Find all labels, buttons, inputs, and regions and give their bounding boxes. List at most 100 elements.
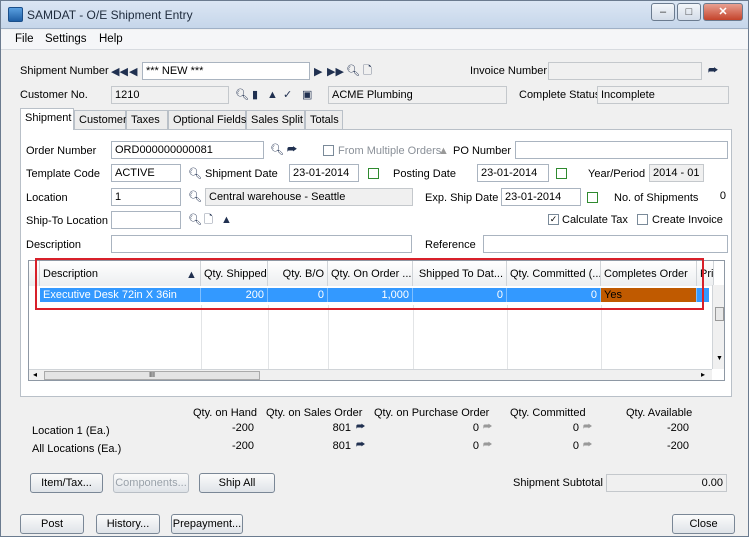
calendar-icon[interactable] (556, 168, 567, 179)
order-number-field[interactable]: ORD000000000081 (111, 141, 264, 159)
first-record-icon[interactable]: ◀◀ (111, 66, 128, 78)
vertical-scrollbar[interactable]: ▼ (712, 285, 724, 369)
history-button[interactable]: History... (96, 514, 160, 534)
col-completes-order[interactable]: Completes Order (601, 261, 697, 286)
cell-qty-on-order[interactable]: 1,000 (328, 288, 413, 302)
location-search-icon[interactable]: 🔍︎ (188, 191, 202, 203)
customer-doc-icon[interactable]: ▮ (252, 89, 258, 101)
ship-all-button[interactable]: Ship All (199, 473, 275, 493)
item-tax-button[interactable]: Item/Tax... (30, 473, 103, 493)
ship-to-location-field[interactable] (111, 211, 181, 229)
ship-to-search-icon[interactable]: 🔍︎ (188, 214, 202, 226)
col-price[interactable]: Pri (697, 261, 714, 286)
from-multiple-orders-checkbox[interactable] (323, 145, 334, 156)
close-button[interactable]: Close (672, 514, 735, 534)
sort-up-icon[interactable]: ▲ (186, 269, 197, 281)
next-record-icon[interactable]: ▶ (314, 66, 322, 78)
location-description-field: Central warehouse - Seattle (205, 188, 413, 206)
window-title: SAMDAT - O/E Shipment Entry (27, 8, 193, 22)
drilldown-icon[interactable]: ⮫ (583, 422, 592, 433)
post-button[interactable]: Post (20, 514, 84, 534)
description-field[interactable] (111, 235, 412, 253)
menu-help[interactable]: Help (99, 33, 123, 45)
close-window-button[interactable]: ✕ (703, 3, 743, 21)
scroll-down-icon[interactable]: ▼ (716, 355, 723, 362)
horizontal-scrollbar[interactable]: ◂ III ▸ (29, 369, 712, 380)
create-invoice-checkbox[interactable] (637, 214, 648, 225)
scroll-right-icon[interactable]: ▸ (701, 370, 705, 379)
sort-up-icon[interactable]: ▲ (221, 214, 232, 226)
cell-shipped-to-date[interactable]: 0 (413, 288, 507, 302)
tab-optional-fields[interactable]: Optional Fields (168, 110, 246, 130)
previous-record-icon[interactable]: ◀ (129, 66, 137, 78)
invoice-number-label: Invoice Number (470, 65, 548, 77)
calendar-icon[interactable] (368, 168, 379, 179)
create-invoice-label: Create Invoice (652, 214, 723, 226)
tab-shipment[interactable]: Shipment (20, 108, 74, 130)
template-code-label: Template Code (26, 168, 100, 180)
qty-available-header: Qty. Available (626, 407, 693, 419)
grid-row-header (29, 261, 40, 286)
drilldown-icon[interactable]: ⮫ (483, 422, 492, 433)
calendar-icon[interactable] (587, 192, 598, 203)
scroll-thumb[interactable] (715, 307, 724, 321)
drilldown-icon[interactable]: ⮫ (356, 422, 365, 433)
col-description[interactable]: Description (40, 261, 201, 286)
ship-to-new-icon[interactable]: 🗋 (204, 214, 213, 226)
template-code-field[interactable]: ACTIVE (111, 164, 181, 182)
cell-qty-committed[interactable]: 0 (507, 288, 601, 302)
cell-qty-shipped[interactable]: 200 (201, 288, 268, 302)
check-credit-icon[interactable]: ✓ (283, 89, 292, 101)
drilldown-icon[interactable]: ⮫ (708, 65, 718, 77)
calculate-tax-checkbox[interactable]: ✓ (548, 214, 559, 225)
components-button[interactable]: Components... (113, 473, 189, 493)
po-number-field[interactable] (515, 141, 728, 159)
order-drilldown-icon[interactable]: ⮫ (287, 144, 297, 156)
posting-date-field[interactable]: 23-01-2014 (477, 164, 549, 182)
reference-field[interactable] (483, 235, 728, 253)
customer-search-icon[interactable]: 🔍︎ (235, 89, 249, 101)
qty-committed-header: Qty. Committed (510, 407, 586, 419)
location-qty-available: -200 (666, 422, 689, 434)
prepayment-button[interactable]: Prepayment... (171, 514, 243, 534)
menu-file[interactable]: File (15, 33, 34, 45)
col-qty-bo[interactable]: Qty. B/O (268, 261, 328, 286)
shipment-number-field[interactable]: *** NEW *** (142, 62, 310, 80)
shipment-number-label: Shipment Number (20, 65, 109, 77)
menu-settings[interactable]: Settings (45, 33, 87, 45)
shipment-date-field[interactable]: 23-01-2014 (289, 164, 359, 182)
scroll-thumb[interactable]: III (44, 371, 260, 380)
shipment-subtotal-label: Shipment Subtotal (513, 477, 603, 489)
tab-sales-split[interactable]: Sales Split (246, 110, 305, 130)
drilldown-icon[interactable]: ⮫ (356, 440, 365, 451)
col-shipped-to-date[interactable]: Shipped To Dat... (413, 261, 507, 286)
table-row[interactable]: Executive Desk 72in X 36in 200 0 1,000 0… (40, 288, 709, 302)
complete-status-label: Complete Status (519, 89, 601, 101)
last-record-icon[interactable]: ▶▶ (327, 66, 344, 78)
search-icon[interactable]: 🔍︎ (346, 65, 360, 77)
new-document-icon[interactable]: 🗋 (363, 65, 372, 77)
tab-totals[interactable]: Totals (305, 110, 343, 130)
sort-up-icon[interactable]: ▲ (267, 89, 278, 101)
location-field[interactable]: 1 (111, 188, 181, 206)
col-qty-committed[interactable]: Qty. Committed (... (507, 261, 601, 286)
drilldown-icon[interactable]: ⮫ (583, 440, 592, 451)
cell-description[interactable]: Executive Desk 72in X 36in (40, 288, 201, 302)
scroll-left-icon[interactable]: ◂ (33, 370, 37, 379)
customer-info-icon[interactable]: ▣ (302, 89, 312, 101)
col-qty-on-order[interactable]: Qty. On Order ... (328, 261, 413, 286)
description-label: Description (26, 239, 82, 251)
cell-qty-bo[interactable]: 0 (268, 288, 328, 302)
template-search-icon[interactable]: 🔍︎ (188, 168, 202, 180)
calculate-tax-label: Calculate Tax (562, 214, 628, 226)
drilldown-icon[interactable]: ⮫ (483, 440, 492, 451)
cell-completes-order[interactable]: Yes (601, 288, 697, 302)
tab-taxes[interactable]: Taxes (126, 110, 168, 130)
maximize-button[interactable]: □ (677, 3, 701, 21)
exp-ship-date-field[interactable]: 23-01-2014 (501, 188, 581, 206)
col-qty-shipped[interactable]: Qty. Shipped (201, 261, 268, 286)
tab-customer[interactable]: Customer (74, 110, 127, 130)
order-search-icon[interactable]: 🔍︎ (270, 144, 284, 156)
ship-to-location-label: Ship-To Location (26, 215, 108, 227)
minimize-button[interactable]: – (651, 3, 675, 21)
